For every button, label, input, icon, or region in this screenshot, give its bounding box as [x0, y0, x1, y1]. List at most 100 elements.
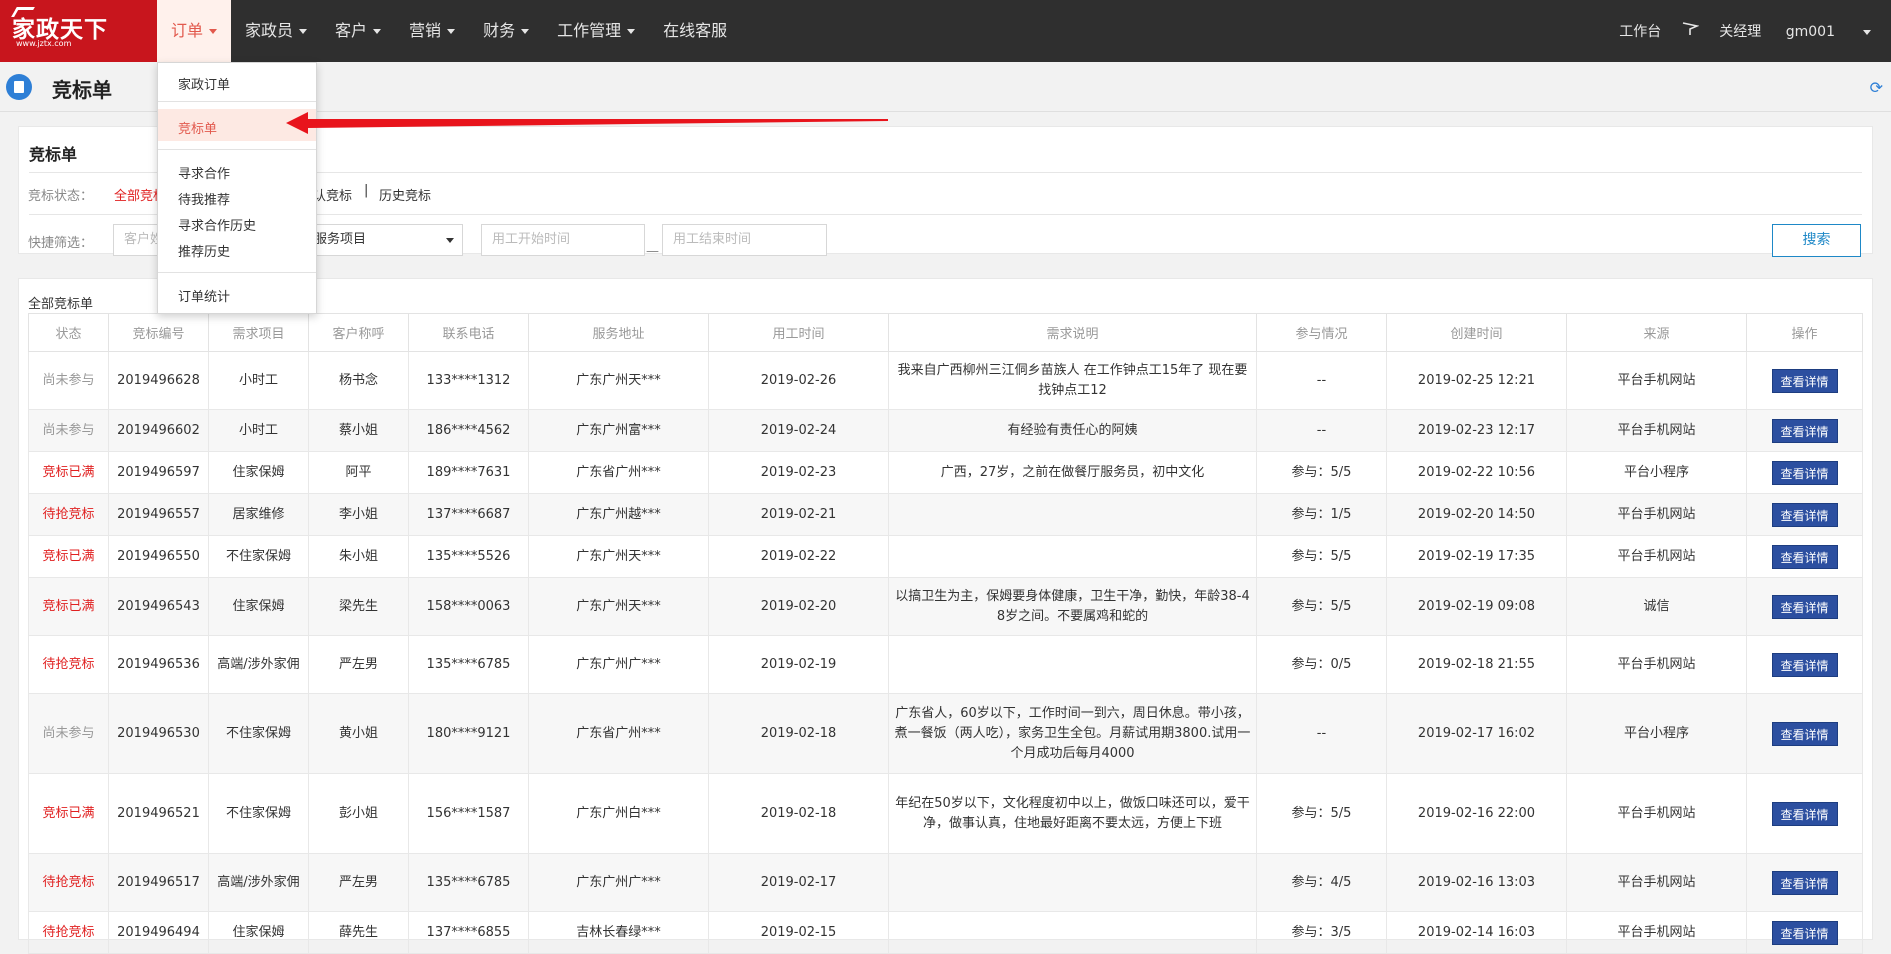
cell-customer: 李小姐 — [308, 493, 409, 536]
view-details-button[interactable]: 查看详情 — [1771, 801, 1838, 826]
cell-source: 平台手机网站 — [1566, 773, 1747, 854]
workbench-link[interactable]: 工作台 — [1619, 21, 1661, 41]
brand-logo[interactable]: 家政天下 www.jztx.com — [0, 0, 157, 62]
table-body: 尚未参与 2019496628 小时工 杨书念 133****1312 广东广州天*** 2… — [28, 351, 1863, 954]
menu-item-housekeeping-orders[interactable]: 家政订单 — [178, 74, 230, 93]
nav-item-online-service[interactable]: 在线客服 — [649, 0, 741, 62]
menu-item-order-stats[interactable]: 订单统计 — [178, 286, 230, 305]
cell-bid-id: 2019496597 — [108, 451, 209, 494]
cell-action: 查看详情 — [1746, 493, 1863, 536]
service-select-value: 服务项目 — [314, 232, 367, 247]
panel-title: 竞标单 — [29, 145, 78, 164]
cell-phone: 186****4562 — [408, 409, 529, 452]
cell-address: 广东广州广*** — [528, 635, 709, 694]
menu-item-seek-cooperation[interactable]: 寻求合作 — [178, 163, 230, 182]
cell-item: 不住家保姆 — [208, 693, 309, 774]
cell-source: 平台手机网站 — [1566, 635, 1747, 694]
user-area: 工作台 关经理 gm001 — [1619, 0, 1891, 62]
view-details-button[interactable]: 查看详情 — [1771, 721, 1838, 746]
cell-work-date: 2019-02-15 — [708, 911, 889, 954]
cell-work-date: 2019-02-23 — [708, 451, 889, 494]
flag-icon[interactable] — [1681, 21, 1700, 41]
cell-description: 年纪在50岁以下，文化程度初中以上，做饭口味还可以，爱干净，做事认真，住地最好距… — [888, 773, 1257, 854]
user-account: gm001 — [1785, 24, 1835, 40]
cell-participation: 参与：5/5 — [1256, 535, 1387, 578]
cell-phone: 137****6687 — [408, 493, 529, 536]
cell-work-date: 2019-02-20 — [708, 577, 889, 636]
cell-work-date: 2019-02-19 — [708, 635, 889, 694]
cell-phone: 180****9121 — [408, 693, 529, 774]
refresh-icon[interactable]: ⟳ — [1870, 78, 1883, 97]
table-caption: 全部竞标单 — [28, 297, 94, 312]
nav-item-finance[interactable]: 财务 — [469, 0, 543, 62]
view-details-button[interactable]: 查看详情 — [1771, 368, 1838, 393]
cell-phone: 137****6855 — [408, 911, 529, 954]
cell-created: 2019-02-16 13:03 — [1386, 853, 1567, 912]
cell-status: 待抢竞标 — [28, 635, 109, 694]
cell-action: 查看详情 — [1746, 773, 1863, 854]
nav-label: 家政员 — [245, 21, 294, 40]
menu-item-cooperation-history[interactable]: 寻求合作历史 — [178, 215, 256, 234]
cell-bid-id: 2019496543 — [108, 577, 209, 636]
menu-item-recommend-history[interactable]: 推荐历史 — [178, 241, 230, 260]
cell-description — [888, 635, 1257, 694]
view-details-button[interactable]: 查看详情 — [1771, 544, 1838, 569]
col-phone: 联系电话 — [408, 313, 529, 352]
menu-item-bid-orders[interactable]: 竞标单 — [178, 118, 217, 137]
col-participation: 参与情况 — [1256, 313, 1387, 352]
cell-action: 查看详情 — [1746, 693, 1863, 774]
table-header-row: 状态 竞标编号 需求项目 客户称呼 联系电话 服务地址 用工时间 需求说明 参与… — [28, 313, 1863, 352]
cell-address: 广东广州广*** — [528, 853, 709, 912]
view-details-button[interactable]: 查看详情 — [1771, 594, 1838, 619]
nav-label: 营销 — [409, 21, 442, 40]
start-date-input[interactable]: 用工开始时间 — [481, 224, 645, 256]
caret-down-icon — [627, 29, 636, 34]
cell-participation: 参与：4/5 — [1256, 853, 1387, 912]
cell-customer: 朱小姐 — [308, 535, 409, 578]
cell-bid-id: 2019496550 — [108, 535, 209, 578]
nav-item-work-management[interactable]: 工作管理 — [543, 0, 649, 62]
status-history[interactable]: 历史竞标 — [379, 185, 431, 204]
view-details-button[interactable]: 查看详情 — [1771, 502, 1838, 527]
cell-phone: 135****6785 — [408, 853, 529, 912]
cell-bid-id: 2019496628 — [108, 351, 209, 410]
col-item: 需求项目 — [208, 313, 309, 352]
nav-item-customers[interactable]: 客户 — [321, 0, 395, 62]
view-details-button[interactable]: 查看详情 — [1771, 652, 1838, 677]
cell-source: 平台手机网站 — [1566, 409, 1747, 452]
caret-down-icon — [299, 29, 308, 34]
search-button[interactable]: 搜索 — [1772, 224, 1861, 257]
table-row: 竞标已满 2019496521 不住家保姆 彭小姐 156****1587 广东广州白**… — [28, 773, 1863, 854]
status-confirmed[interactable]: 认竞标 — [313, 185, 352, 204]
cell-item: 住家保姆 — [208, 577, 309, 636]
view-details-button[interactable]: 查看详情 — [1771, 460, 1838, 485]
cell-address: 广东广州天*** — [528, 577, 709, 636]
table-row: 待抢竞标 2019496517 高端/涉外家佣 严左男 135****6785 广东广州广… — [28, 853, 1863, 912]
main-nav: 订单 家政员 客户 营销 财务 工作管理 在线客服 — [157, 0, 741, 62]
view-details-button[interactable]: 查看详情 — [1771, 920, 1838, 945]
cell-work-date: 2019-02-26 — [708, 351, 889, 410]
nav-label: 财务 — [483, 21, 516, 40]
user-name: 关经理 — [1719, 24, 1762, 40]
cell-participation: 参与：3/5 — [1256, 911, 1387, 954]
cell-item: 高端/涉外家佣 — [208, 853, 309, 912]
user-menu[interactable]: 关经理 gm001 — [1719, 21, 1871, 41]
menu-item-pending-recommend[interactable]: 待我推荐 — [178, 189, 230, 208]
cell-item: 不住家保姆 — [208, 535, 309, 578]
cell-participation: -- — [1256, 351, 1387, 410]
cell-work-date: 2019-02-22 — [708, 535, 889, 578]
nav-item-marketing[interactable]: 营销 — [395, 0, 469, 62]
view-details-button[interactable]: 查看详情 — [1771, 418, 1838, 443]
nav-item-orders[interactable]: 订单 — [157, 0, 232, 62]
caret-down-icon — [1863, 29, 1871, 35]
cell-participation: 参与：5/5 — [1256, 451, 1387, 494]
nav-item-housekeepers[interactable]: 家政员 — [231, 0, 321, 62]
cell-description — [888, 535, 1257, 578]
cell-status: 竞标已满 — [28, 773, 109, 854]
service-select[interactable]: 服务项目 — [303, 224, 463, 256]
view-details-button[interactable]: 查看详情 — [1771, 870, 1838, 895]
end-date-input[interactable]: 用工结束时间 — [662, 224, 827, 256]
nav-label: 在线客服 — [663, 21, 728, 40]
cell-work-date: 2019-02-24 — [708, 409, 889, 452]
cell-customer: 黄小姐 — [308, 693, 409, 774]
